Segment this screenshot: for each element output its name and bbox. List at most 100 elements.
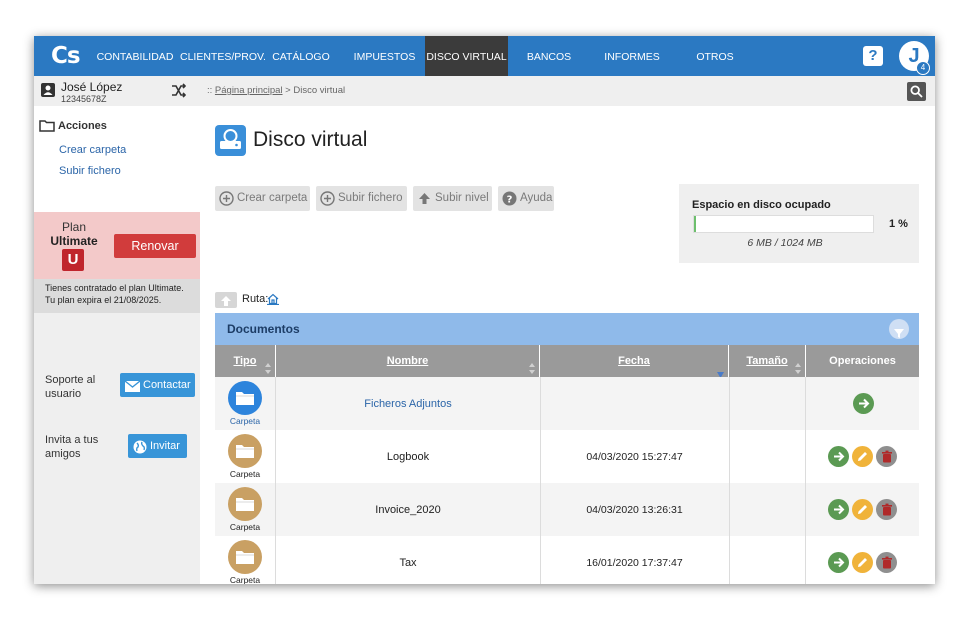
name-cell: Ficheros Adjuntos bbox=[276, 377, 541, 430]
home-icon[interactable] bbox=[267, 292, 279, 310]
question-circle-icon: ? bbox=[502, 191, 517, 216]
edit-button[interactable] bbox=[852, 446, 873, 467]
app-window: Cs CONTABILIDAD CLIENTES/PROV. CATÁLOGO … bbox=[34, 36, 935, 584]
breadcrumb-prefix: :: bbox=[207, 85, 213, 96]
open-button[interactable] bbox=[828, 499, 849, 520]
app-logo[interactable]: Cs bbox=[51, 43, 81, 69]
trash-icon bbox=[881, 556, 893, 574]
actions-title: Acciones bbox=[58, 120, 107, 132]
table-row[interactable]: Carpeta Ficheros Adjuntos bbox=[215, 377, 919, 431]
filter-icon bbox=[894, 325, 904, 343]
type-cell: Carpeta bbox=[215, 483, 276, 536]
up-level-button[interactable]: Subir nivel bbox=[413, 186, 492, 211]
renew-button[interactable]: Renovar bbox=[114, 234, 196, 258]
delete-button[interactable] bbox=[876, 446, 897, 467]
folder-icon[interactable] bbox=[228, 487, 262, 521]
open-button[interactable] bbox=[853, 393, 874, 414]
date-cell: 16/01/2020 17:37:47 bbox=[540, 536, 730, 584]
column-header-nombre[interactable]: Nombre bbox=[276, 345, 539, 377]
help-toolbar-button[interactable]: ? Ayuda bbox=[498, 186, 554, 211]
create-folder-label: Crear carpeta bbox=[237, 192, 308, 204]
search-icon bbox=[910, 85, 923, 103]
column-header-operaciones: Operaciones bbox=[806, 345, 919, 377]
folder-name: Tax bbox=[399, 557, 417, 569]
name-cell: Tax bbox=[276, 536, 541, 584]
edit-button[interactable] bbox=[852, 552, 873, 573]
filter-button[interactable] bbox=[889, 319, 909, 339]
search-button[interactable] bbox=[907, 82, 926, 101]
open-button[interactable] bbox=[828, 446, 849, 467]
disk-usage-bar bbox=[693, 215, 874, 233]
edit-button[interactable] bbox=[852, 499, 873, 520]
top-navigation: Cs CONTABILIDAD CLIENTES/PROV. CATÁLOGO … bbox=[34, 36, 935, 76]
upload-file-label: Subir fichero bbox=[338, 192, 403, 204]
pencil-icon bbox=[856, 503, 869, 521]
type-label: Carpeta bbox=[229, 522, 261, 532]
open-button[interactable] bbox=[828, 552, 849, 573]
operations-cell bbox=[806, 536, 919, 584]
create-folder-button[interactable]: Crear carpeta bbox=[215, 186, 310, 211]
plan-info: Tienes contratado el plan Ultimate. Tu p… bbox=[34, 279, 200, 313]
nav-clientes-prov[interactable]: CLIENTES/PROV. bbox=[178, 36, 268, 76]
nav-otros[interactable]: OTROS bbox=[694, 36, 736, 76]
invite-button[interactable]: Invitar bbox=[128, 434, 187, 458]
help-button[interactable]: ? bbox=[863, 46, 883, 66]
column-header-operaciones-label: Operaciones bbox=[829, 355, 896, 367]
nav-bancos[interactable]: BANCOS bbox=[524, 36, 574, 76]
switch-company-icon[interactable] bbox=[171, 83, 187, 103]
folder-icon[interactable] bbox=[228, 381, 262, 415]
folder-icon[interactable] bbox=[228, 434, 262, 468]
notification-badge: 4 bbox=[916, 61, 930, 75]
arrow-right-icon bbox=[832, 503, 845, 521]
arrow-right-icon bbox=[832, 450, 845, 468]
disk-usage-size: 6 MB / 1024 MB bbox=[747, 237, 823, 249]
column-header-fecha[interactable]: Fecha bbox=[540, 345, 728, 378]
folder-icon[interactable] bbox=[228, 540, 262, 574]
column-header-tipo[interactable]: Tipo bbox=[215, 345, 275, 377]
type-cell: Carpeta bbox=[215, 536, 276, 584]
upload-file-button[interactable]: Subir fichero bbox=[316, 186, 407, 211]
table-row[interactable]: Carpeta Logbook 04/03/2020 15:27:47 bbox=[215, 430, 919, 484]
date-cell: 04/03/2020 15:27:47 bbox=[540, 430, 730, 483]
date-cell bbox=[540, 377, 730, 430]
documents-header: Documentos bbox=[215, 313, 919, 345]
contact-label: Contactar bbox=[143, 379, 191, 391]
arrow-right-icon bbox=[832, 556, 845, 574]
up-level-label: Subir nivel bbox=[435, 192, 489, 204]
trash-icon bbox=[881, 450, 893, 468]
arrow-up-icon bbox=[220, 294, 232, 312]
contact-button[interactable]: Contactar bbox=[120, 373, 195, 397]
size-cell bbox=[729, 536, 806, 584]
path-label: Ruta: bbox=[242, 293, 269, 305]
support-text: Soporte al usuario bbox=[45, 374, 96, 400]
plus-circle-icon bbox=[320, 191, 335, 216]
plan-badge-icon: U bbox=[62, 249, 84, 271]
nav-disco-virtual[interactable]: DISCO VIRTUAL bbox=[425, 36, 508, 76]
delete-button[interactable] bbox=[876, 552, 897, 573]
breadcrumb-current: Disco virtual bbox=[293, 85, 346, 96]
nav-informes[interactable]: INFORMES bbox=[602, 36, 662, 76]
table-row[interactable]: Carpeta Invoice_2020 04/03/2020 13:26:31 bbox=[215, 483, 919, 537]
name-cell: Logbook bbox=[276, 430, 541, 483]
nav-impuestos[interactable]: IMPUESTOS bbox=[352, 36, 417, 76]
breadcrumb-home-link[interactable]: Página principal bbox=[215, 85, 283, 96]
column-header-tamano[interactable]: Tamaño bbox=[729, 345, 805, 377]
documents-title: Documentos bbox=[227, 322, 300, 336]
folder-name-link[interactable]: Ficheros Adjuntos bbox=[276, 398, 540, 410]
page-title: Disco virtual bbox=[253, 128, 368, 151]
path-up-button[interactable] bbox=[215, 292, 237, 308]
nav-catalogo[interactable]: CATÁLOGO bbox=[270, 36, 332, 76]
column-header-tamano-label: Tamaño bbox=[746, 355, 788, 367]
sidebar-upload-file-link[interactable]: Subir fichero bbox=[59, 165, 121, 177]
arrow-up-icon bbox=[417, 191, 432, 216]
sidebar-create-folder-link[interactable]: Crear carpeta bbox=[59, 144, 126, 156]
name-cell: Invoice_2020 bbox=[276, 483, 541, 536]
operations-cell bbox=[806, 377, 919, 430]
delete-button[interactable] bbox=[876, 499, 897, 520]
user-id: 12345678Z bbox=[61, 94, 107, 104]
type-label: Carpeta bbox=[229, 575, 261, 584]
arrow-right-icon bbox=[857, 397, 870, 415]
trash-icon bbox=[881, 503, 893, 521]
table-row[interactable]: Carpeta Tax 16/01/2020 17:37:47 bbox=[215, 536, 919, 584]
nav-contabilidad[interactable]: CONTABILIDAD bbox=[96, 36, 174, 76]
